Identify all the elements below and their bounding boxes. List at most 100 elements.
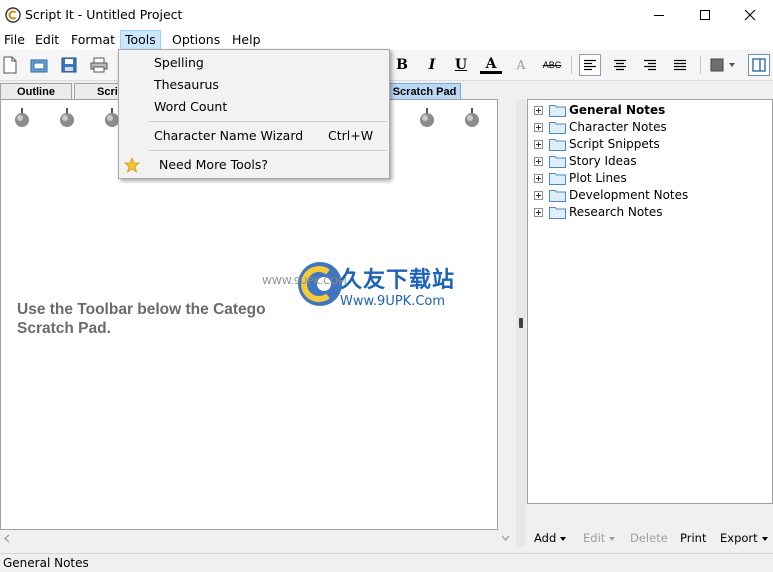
menu-separator xyxy=(149,150,387,151)
expand-icon[interactable] xyxy=(534,191,543,200)
binder-ring-icon xyxy=(60,108,74,127)
menu-item-label: Need More Tools? xyxy=(159,157,269,172)
binder-ring-icon xyxy=(465,108,479,127)
menu-edit[interactable]: Edit xyxy=(31,30,63,50)
hint-line-1: Use the Toolbar below the Catego xyxy=(17,301,266,318)
menu-tools[interactable]: Tools xyxy=(120,30,161,50)
tree-item-label: Development Notes xyxy=(569,188,689,202)
expand-icon[interactable] xyxy=(534,123,543,132)
notes-toolbar: Add Edit Delete Print Export xyxy=(527,528,773,548)
menu-item-label: Thesaurus xyxy=(154,77,219,92)
menu-bar: File Edit Format Tools Options Help xyxy=(0,30,773,50)
status-bar: General Notes xyxy=(0,553,773,572)
binder-ring-icon xyxy=(15,108,29,127)
menu-item-character-name-wizard[interactable]: Character Name Wizard Ctrl+W xyxy=(119,125,389,147)
title-bar: Script It - Untitled Project xyxy=(0,0,773,30)
strikethrough-button[interactable]: ABC xyxy=(540,55,564,75)
menu-options[interactable]: Options xyxy=(168,30,224,50)
chevron-down-icon xyxy=(609,536,616,541)
save-icon[interactable] xyxy=(59,55,79,75)
print-icon[interactable] xyxy=(89,55,109,75)
tree-item-label: Story Ideas xyxy=(569,154,637,168)
menu-format[interactable]: Format xyxy=(67,30,119,50)
underline-button[interactable]: U xyxy=(450,55,472,75)
justify-icon[interactable] xyxy=(670,55,690,75)
italic-button[interactable]: I xyxy=(421,55,443,75)
tree-item-label: Character Notes xyxy=(569,120,667,134)
minimize-icon xyxy=(654,15,664,16)
tab-outline[interactable]: Outline xyxy=(0,83,72,99)
splitter-grip[interactable] xyxy=(519,318,523,328)
notes-tree: General Notes Character Notes Script Sni… xyxy=(527,99,773,504)
window-title: Script It - Untitled Project xyxy=(25,7,183,22)
color-picker-icon[interactable] xyxy=(708,55,738,75)
menu-help[interactable]: Help xyxy=(228,30,265,50)
menu-item-need-more-tools[interactable]: Need More Tools? xyxy=(119,154,389,176)
tree-item-label: Research Notes xyxy=(569,205,663,219)
menu-item-label: Spelling xyxy=(154,55,204,70)
folder-icon xyxy=(549,105,566,117)
menu-item-shortcut: Ctrl+W xyxy=(328,128,374,143)
expand-icon[interactable] xyxy=(534,157,543,166)
menu-file[interactable]: File xyxy=(0,30,29,50)
menu-separator xyxy=(149,121,387,122)
folder-icon xyxy=(549,122,566,134)
font-color-button[interactable]: A xyxy=(480,55,502,74)
align-center-icon[interactable] xyxy=(610,55,630,75)
new-document-icon[interactable] xyxy=(0,55,20,75)
print-button[interactable]: Print xyxy=(680,528,706,548)
expand-icon[interactable] xyxy=(534,140,543,149)
chevron-down-icon xyxy=(560,536,567,541)
tab-scratch-pad[interactable]: Scratch Pad xyxy=(388,83,461,99)
scroll-left-icon[interactable] xyxy=(3,534,11,543)
star-icon xyxy=(124,157,140,173)
export-button-label: Export xyxy=(720,531,758,545)
edit-button[interactable]: Edit xyxy=(583,528,616,548)
add-button-label: Add xyxy=(534,531,557,545)
status-text: General Notes xyxy=(3,556,89,570)
chevron-down-icon xyxy=(761,536,768,541)
folder-icon xyxy=(549,139,566,151)
close-icon xyxy=(744,9,756,21)
menu-item-word-count[interactable]: Word Count xyxy=(119,96,389,118)
add-button[interactable]: Add xyxy=(534,528,567,548)
align-right-icon[interactable] xyxy=(640,55,660,75)
folder-icon xyxy=(549,190,566,202)
tree-item-label: Script Snippets xyxy=(569,137,660,151)
open-folder-icon[interactable] xyxy=(29,55,49,75)
hint-line-2: Scratch Pad. xyxy=(17,320,111,337)
watermark-small-text: WWW.9UPK.COM xyxy=(262,276,347,287)
folder-icon xyxy=(549,173,566,185)
delete-button[interactable]: Delete xyxy=(630,528,668,548)
vertical-scrollbar[interactable] xyxy=(498,99,512,547)
toolbar-separator xyxy=(571,56,572,74)
scroll-down-icon[interactable] xyxy=(501,534,510,542)
menu-item-label: Character Name Wizard xyxy=(154,128,304,143)
menu-item-spelling[interactable]: Spelling xyxy=(119,52,389,74)
expand-icon[interactable] xyxy=(534,106,543,115)
menu-item-label: Word Count xyxy=(154,99,228,114)
tree-item-label: Plot Lines xyxy=(569,171,627,185)
maximize-button[interactable] xyxy=(682,0,728,30)
folder-icon xyxy=(549,207,566,219)
folder-icon xyxy=(549,156,566,168)
expand-icon[interactable] xyxy=(534,174,543,183)
toolbar-separator xyxy=(700,56,701,74)
align-left-icon[interactable] xyxy=(579,54,601,76)
maximize-icon xyxy=(700,10,710,20)
bold-button[interactable]: B xyxy=(391,55,413,75)
menu-item-thesaurus[interactable]: Thesaurus xyxy=(119,74,389,96)
expand-icon[interactable] xyxy=(534,208,543,217)
watermark-title: 久友下载站 xyxy=(340,268,456,293)
watermark-url: Www.9UPK.Com xyxy=(340,294,446,309)
scratch-pad-hint: Use the Toolbar below the Catego Scratch… xyxy=(17,300,266,338)
close-button[interactable] xyxy=(727,0,773,30)
horizontal-scrollbar[interactable] xyxy=(0,530,498,547)
app-icon xyxy=(5,7,21,23)
panel-toggle-icon[interactable] xyxy=(748,54,770,76)
minimize-button[interactable] xyxy=(636,0,682,30)
tools-dropdown-menu: Spelling Thesaurus Word Count Character … xyxy=(118,49,390,179)
export-button[interactable]: Export xyxy=(720,528,768,548)
edit-button-label: Edit xyxy=(583,531,606,545)
clear-format-button[interactable]: A xyxy=(510,55,532,75)
